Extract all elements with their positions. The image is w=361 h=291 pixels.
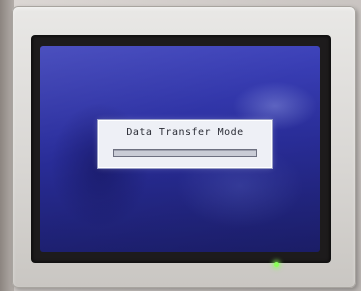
dialog-title: Data Transfer Mode bbox=[126, 127, 244, 138]
display-screen[interactable]: Data Transfer Mode bbox=[40, 46, 320, 252]
status-led-icon bbox=[274, 262, 279, 267]
transfer-progress-bar bbox=[113, 149, 257, 157]
data-transfer-dialog: Data Transfer Mode bbox=[98, 120, 272, 168]
